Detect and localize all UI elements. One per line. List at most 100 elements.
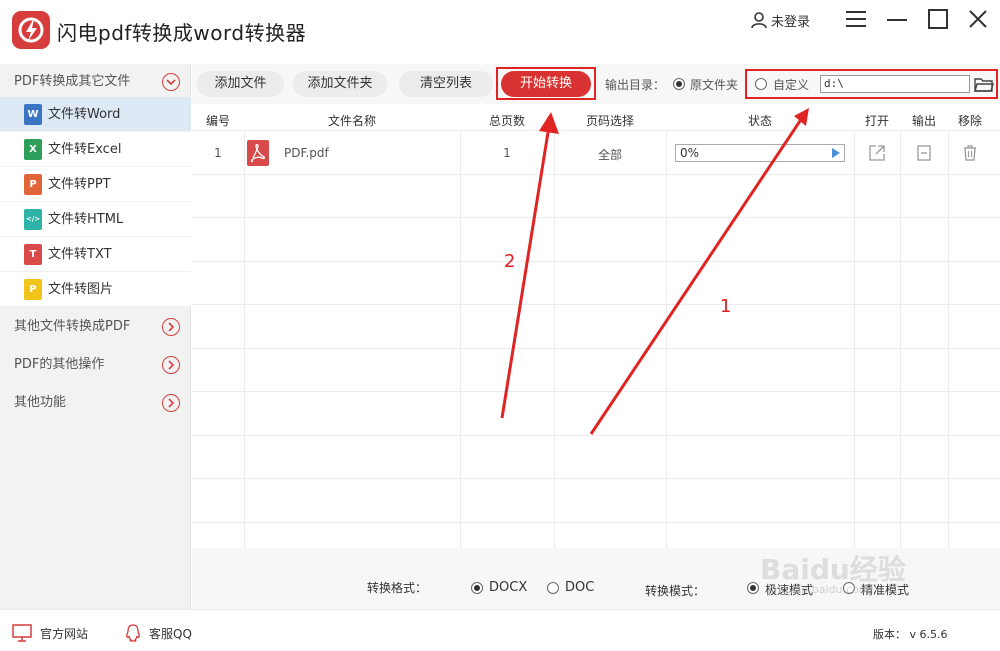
grid-line: [460, 130, 461, 548]
app-title: 闪电pdf转换成word转换器: [57, 21, 307, 45]
column-header-pages: 总页数: [488, 114, 525, 128]
grid-line: [192, 435, 1000, 436]
sidebar-item-label: 文件转TXT: [48, 247, 112, 262]
watermark-url: jingyan.baidu.com: [768, 583, 870, 596]
row-index: 1: [214, 146, 222, 160]
customer-qq-link[interactable]: 客服QQ: [124, 624, 192, 642]
grid-line: [192, 478, 1000, 479]
qq-icon: [126, 624, 140, 642]
column-header-status: 状态: [747, 114, 772, 128]
qq-label: 客服QQ: [149, 626, 192, 641]
column-header-remove: 移除: [957, 114, 982, 128]
watermark-logo: Baidu经验: [760, 553, 906, 586]
open-external-icon[interactable]: [868, 144, 886, 162]
sidebar-item-html[interactable]: </> 文件转HTML: [0, 202, 191, 237]
row-filename: PDF.pdf: [284, 146, 329, 160]
mode-fast-radio[interactable]: [747, 582, 759, 594]
row-pages: 1: [503, 146, 511, 160]
grid-line: [854, 130, 855, 548]
sidebar-item-txt[interactable]: T 文件转TXT: [0, 237, 191, 272]
close-icon[interactable]: [967, 8, 989, 30]
sidebar-category-pdf-to-other[interactable]: PDF转换成其它文件: [0, 64, 191, 100]
sidebar-item-image[interactable]: P 文件转图片: [0, 272, 191, 307]
menu-icon[interactable]: [845, 8, 867, 30]
sidebar-item-label: 文件转PPT: [48, 177, 111, 192]
column-header-filename: 文件名称: [327, 114, 376, 128]
annotation-number-1: 1: [720, 296, 732, 317]
mode-label: 转换模式：: [645, 584, 706, 598]
category-label: 其他功能: [14, 395, 67, 410]
source-folder-radio[interactable]: [673, 78, 685, 90]
chevron-right-icon[interactable]: [162, 318, 180, 336]
grid-line: [666, 130, 667, 548]
progress-bar: 0%: [675, 144, 845, 162]
app-logo-icon: [12, 11, 50, 49]
progress-value: 0%: [680, 146, 700, 160]
txt-file-icon: T: [24, 244, 42, 265]
grid-line: [192, 261, 1000, 262]
output-path-input[interactable]: d:\: [820, 75, 970, 93]
minimize-icon[interactable]: [886, 8, 908, 30]
format-doc-radio[interactable]: [547, 582, 559, 594]
chevron-right-icon[interactable]: [162, 394, 180, 412]
trash-icon[interactable]: [961, 144, 979, 162]
sidebar-category-other-to-pdf[interactable]: 其他文件转换成PDF: [0, 309, 191, 345]
sidebar-category-other-functions[interactable]: 其他功能: [0, 385, 191, 421]
chevron-right-icon[interactable]: [162, 356, 180, 374]
format-docx-radio[interactable]: [471, 582, 483, 594]
grid-line: [948, 130, 949, 548]
column-header-open: 打开: [864, 114, 889, 128]
column-header-output: 输出: [911, 114, 936, 128]
sidebar-item-label: 文件转HTML: [48, 212, 124, 227]
footer: 官方网站 客服QQ 版本： v 6.5.6: [0, 609, 1000, 651]
clear-list-button[interactable]: 清空列表: [399, 71, 493, 97]
login-label: 未登录: [771, 14, 811, 30]
row-page-select[interactable]: 全部: [554, 146, 666, 163]
column-header-page-select: 页码选择: [585, 114, 634, 128]
main-panel: 添加文件 添加文件夹 清空列表 开始转换 输出目录： 原文件夹 自定义 d:\ …: [192, 64, 1000, 609]
column-header-index: 编号: [205, 114, 230, 128]
category-label: PDF转换成其它文件: [14, 74, 131, 89]
maximize-icon[interactable]: [927, 8, 949, 30]
grid-line: [192, 304, 1000, 305]
grid-line: [244, 130, 245, 548]
html-file-icon: </>: [24, 209, 42, 230]
output-dir-label: 输出目录：: [605, 78, 666, 92]
word-file-icon: W: [24, 104, 42, 125]
official-website-link[interactable]: 官方网站: [12, 624, 88, 642]
sidebar-item-label: 文件转Word: [48, 107, 121, 122]
annotation-number-2: 2: [504, 251, 516, 272]
user-icon: [751, 12, 767, 29]
play-icon[interactable]: [832, 148, 840, 158]
grid-line: [192, 522, 1000, 523]
format-doc-label: DOC: [565, 580, 595, 595]
start-convert-button[interactable]: 开始转换: [501, 71, 591, 97]
format-label: 转换格式：: [367, 581, 428, 595]
excel-file-icon: X: [24, 139, 42, 160]
monitor-icon: [12, 624, 32, 642]
table-header: 编号 文件名称 总页数 页码选择 状态 打开 输出 移除: [192, 108, 1000, 130]
sidebar-item-label: 文件转Excel: [48, 142, 122, 157]
sidebar-item-ppt[interactable]: P 文件转PPT: [0, 167, 191, 202]
grid-line: [192, 130, 1000, 131]
folder-open-icon[interactable]: [974, 74, 994, 94]
ppt-file-icon: P: [24, 174, 42, 195]
image-file-icon: P: [24, 279, 42, 300]
add-file-button[interactable]: 添加文件: [197, 71, 284, 97]
grid-line: [192, 391, 1000, 392]
sidebar-category-pdf-other-ops[interactable]: PDF的其他操作: [0, 347, 191, 383]
chevron-down-icon[interactable]: [162, 73, 180, 91]
sidebar-item-label: 文件转图片: [48, 282, 114, 297]
custom-dir-radio[interactable]: [755, 78, 767, 90]
sidebar-item-word[interactable]: W 文件转Word: [0, 97, 191, 132]
grid-line: [554, 130, 555, 548]
output-folder-icon[interactable]: [915, 144, 933, 162]
website-label: 官方网站: [40, 626, 89, 641]
source-folder-label: 原文件夹: [690, 78, 739, 92]
grid-line: [192, 174, 1000, 175]
sidebar: PDF转换成其它文件 W 文件转Word X 文件转Excel P 文件转PPT…: [0, 64, 191, 609]
add-folder-button[interactable]: 添加文件夹: [293, 71, 387, 97]
grid-line: [192, 217, 1000, 218]
login-button[interactable]: 未登录: [750, 10, 810, 30]
sidebar-item-excel[interactable]: X 文件转Excel: [0, 132, 191, 167]
